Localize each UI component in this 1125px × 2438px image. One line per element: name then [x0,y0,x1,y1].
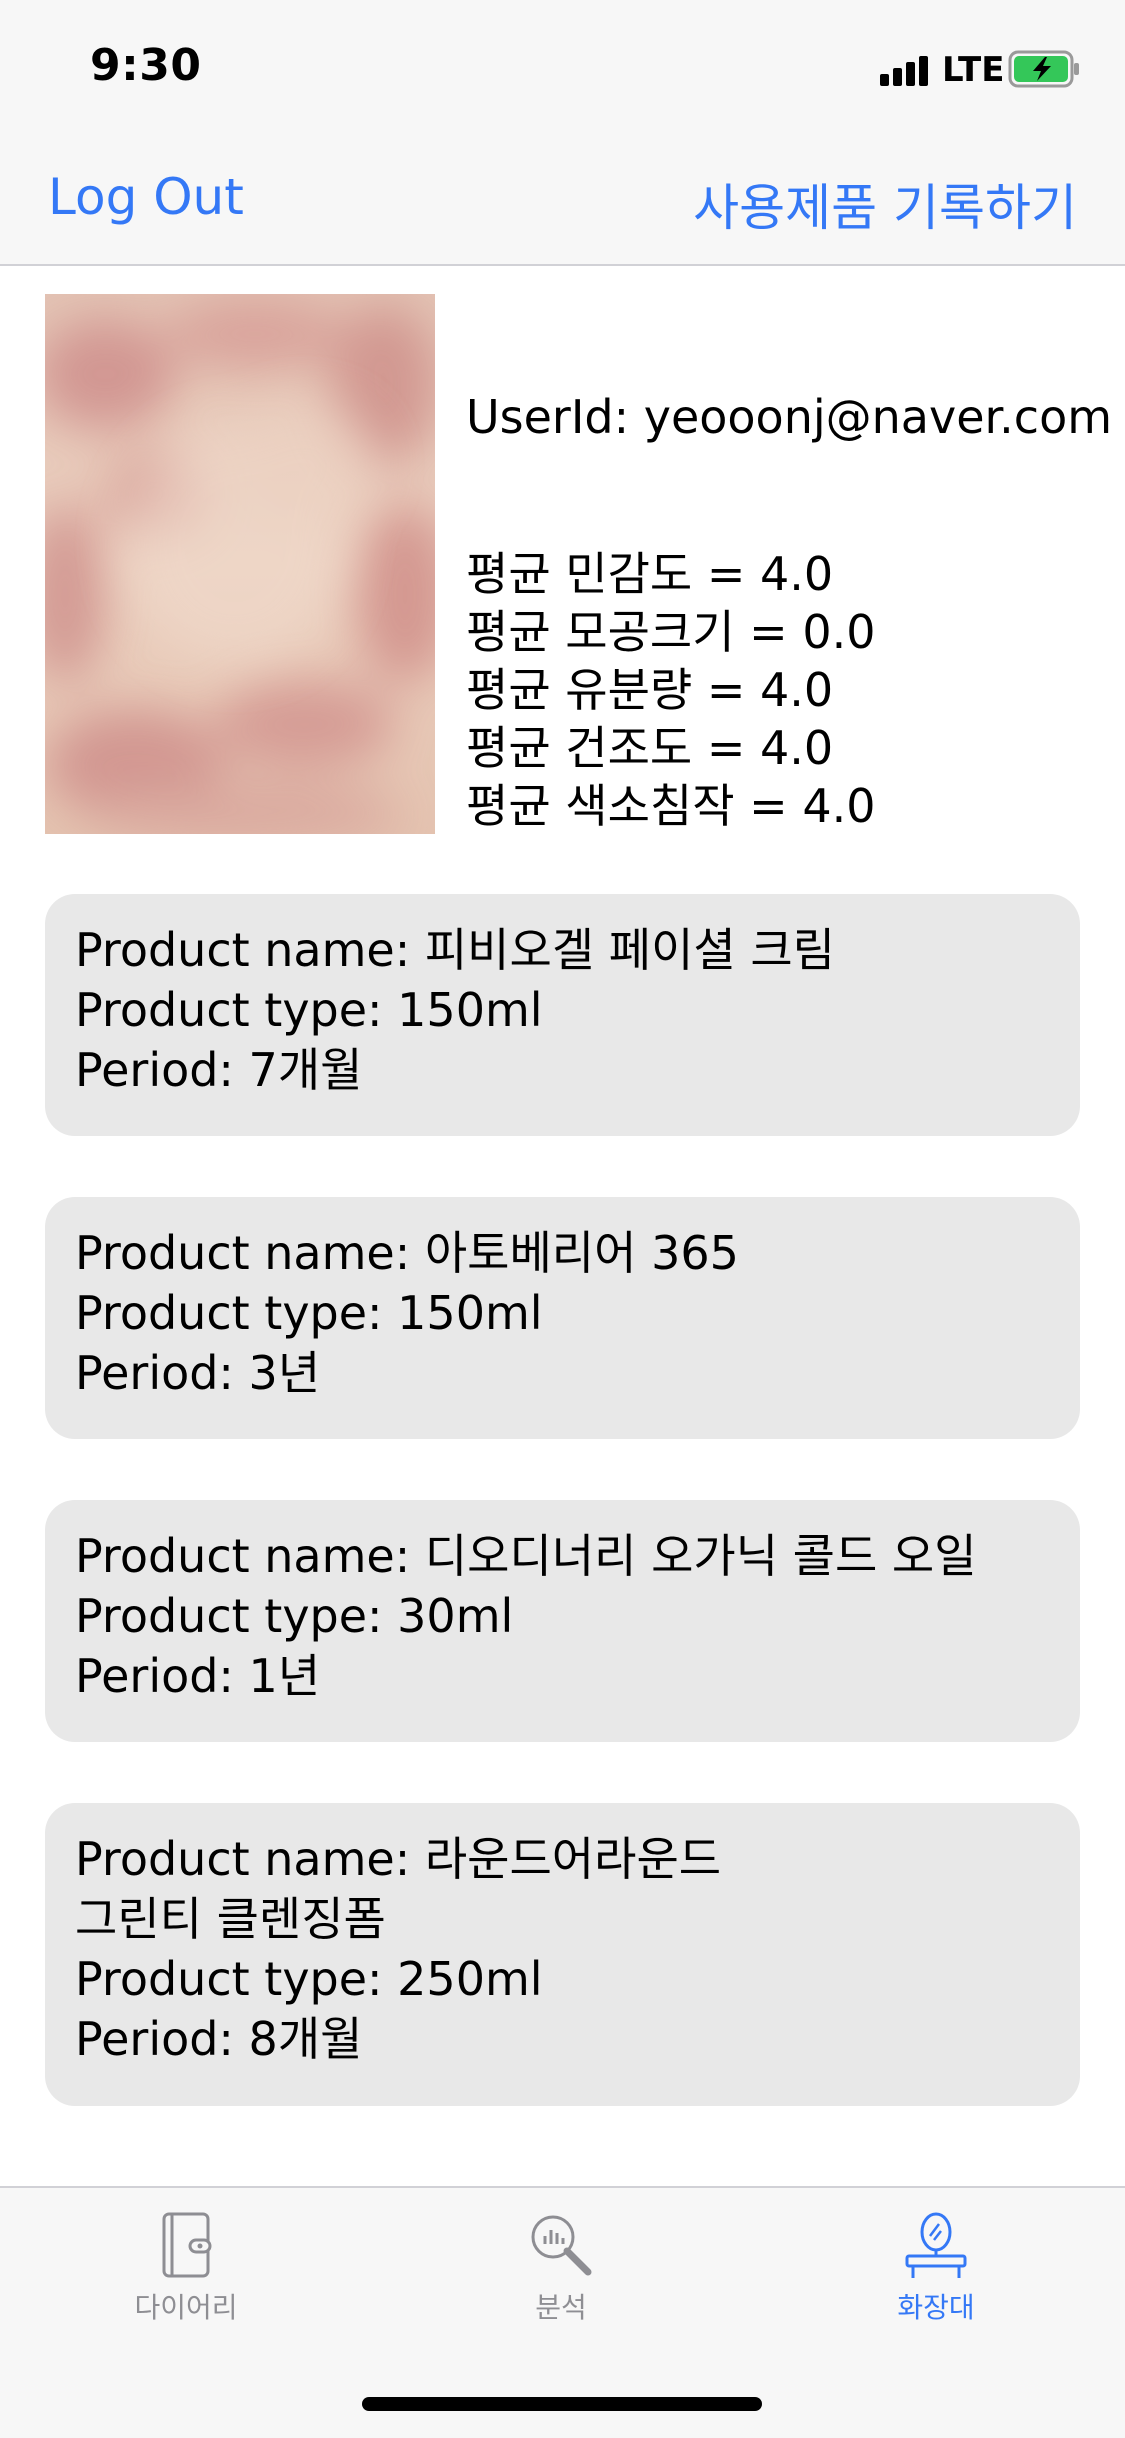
product-type: Product type: 250ml [75,1952,543,2006]
diary-icon [162,2212,212,2278]
product-name: Product name: 아토베리어 365 [75,1226,739,1280]
product-card[interactable]: Product name: 피비오겔 페이셜 크림 Product type: … [45,894,1080,1136]
record-product-button[interactable]: 사용제품 기록하기 [693,168,1077,240]
product-period: Period: 8개월 [75,2012,363,2066]
user-id: UserId: yeooonj@naver.com [466,390,1113,444]
tab-vanity[interactable]: 화장대 [836,2210,1036,2326]
stat-pigmentation: 평균 색소침작 = 4.0 [466,779,876,833]
stat-oiliness: 평균 유분량 = 4.0 [466,663,834,717]
product-name: Product name: 디오디너리 오가닉 콜드 오일 [75,1529,977,1583]
vanity-icon [905,2212,967,2278]
status-bar: 9:30 LTE [0,0,1125,140]
average-stats: 평균 민감도 = 4.0 평균 모공크기 = 0.0 평균 유분량 = 4.0 … [466,545,876,835]
product-period: Period: 3년 [75,1346,321,1400]
tab-analysis[interactable]: 분석 [461,2210,661,2326]
product-card[interactable]: Product name: 라운드어라운드 그린티 클렌징폼 Product t… [45,1803,1080,2106]
home-indicator [362,2397,762,2411]
stat-sensitivity: 평균 민감도 = 4.0 [466,547,834,601]
battery-charging-icon [1008,50,1079,88]
status-time: 9:30 [90,40,202,91]
tab-diary-label: 다이어리 [134,2291,238,2324]
product-type: Product type: 150ml [75,1286,543,1340]
product-name: Product name: 피비오겔 페이셜 크림 [75,923,835,977]
product-period: Period: 7개월 [75,1043,363,1097]
tab-diary[interactable]: 다이어리 [86,2210,286,2326]
cellular-signal-icon [880,56,932,86]
skin-photo [45,294,435,834]
analysis-icon [531,2215,592,2276]
network-type: LTE [942,50,1005,90]
navigation-bar: Log Out 사용제품 기록하기 [0,140,1125,266]
product-name: Product name: 라운드어라운드 [75,1832,722,1886]
stat-pore-size: 평균 모공크기 = 0.0 [466,605,876,659]
stat-dryness: 평균 건조도 = 4.0 [466,721,834,775]
logout-button[interactable]: Log Out [48,168,244,226]
product-period: Period: 1년 [75,1649,321,1703]
tab-vanity-label: 화장대 [897,2291,975,2324]
product-name-continued: 그린티 클렌징폼 [75,1892,386,1946]
product-type: Product type: 30ml [75,1589,514,1643]
product-card[interactable]: Product name: 아토베리어 365 Product type: 15… [45,1197,1080,1439]
product-type: Product type: 150ml [75,983,543,1037]
product-card[interactable]: Product name: 디오디너리 오가닉 콜드 오일 Product ty… [45,1500,1080,1742]
tab-analysis-label: 분석 [535,2291,587,2324]
